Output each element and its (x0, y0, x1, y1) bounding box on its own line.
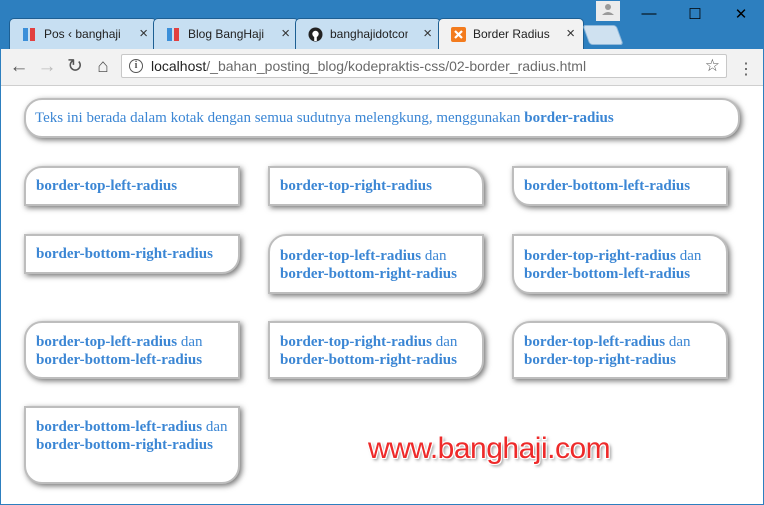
box-tl-bl: border-top-left-radius dan border-bottom… (24, 321, 240, 379)
close-window-button[interactable]: ✕ (721, 5, 761, 25)
toolbar: ← → ↻ ⌂ i localhost/_bahan_posting_blog/… (1, 49, 763, 86)
github-icon (308, 27, 323, 42)
tab-close-icon[interactable]: × (281, 25, 290, 42)
box-label: border-top-left-radius (36, 178, 178, 194)
box-joiner: dan (431, 334, 458, 350)
forward-arrow-icon[interactable]: → (35, 55, 59, 79)
title-bar: Pos ‹ banghaji × Blog BangHaji × banghaj… (1, 1, 763, 50)
home-icon[interactable]: ⌂ (91, 55, 115, 79)
box-tr-br: border-top-right-radius dan border-botto… (268, 321, 484, 379)
blogger-icon (167, 28, 179, 41)
info-icon[interactable]: i (129, 59, 143, 73)
tab-title: banghajidotcom (330, 27, 408, 41)
box-tr-bl: border-top-right-radius dan border-botto… (512, 234, 728, 294)
box-label: border-bottom-left-radius (524, 266, 691, 282)
tab-title: Pos ‹ banghaji (44, 27, 121, 41)
new-tab-button[interactable] (582, 25, 624, 45)
box-label: border-bottom-right-radius (36, 246, 213, 262)
box-bottom-right: border-bottom-right-radius (24, 234, 240, 274)
box-label: border-bottom-left-radius (524, 178, 691, 194)
box-top-left: border-top-left-radius (24, 166, 240, 206)
box-label: border-top-right-radius (524, 352, 676, 368)
xampp-icon (451, 27, 466, 42)
tab-border-radius[interactable]: Border Radius × (438, 18, 584, 50)
tab-close-icon[interactable]: × (423, 25, 432, 42)
tab-github[interactable]: banghajidotcom × (295, 18, 441, 49)
box-joiner: dan (665, 334, 691, 350)
box-joiner: dan (421, 248, 447, 264)
box-bottom-left: border-bottom-left-radius (512, 166, 728, 206)
box-label: border-bottom-right-radius (280, 352, 457, 368)
address-bar[interactable]: i localhost/_bahan_posting_blog/kodeprak… (121, 54, 727, 78)
box-label: border-top-left-radius (36, 334, 178, 350)
tab-title: Blog BangHaji (188, 27, 265, 41)
tab-close-icon[interactable]: × (139, 25, 148, 42)
box-label: border-bottom-left-radius (36, 419, 203, 435)
blogger-icon (23, 28, 35, 41)
profile-icon[interactable] (596, 1, 620, 21)
box-label: border-top-right-radius (280, 178, 432, 194)
back-arrow-icon[interactable]: ← (7, 55, 31, 79)
box-top-right: border-top-right-radius (268, 166, 484, 206)
box-joiner: dan (202, 419, 228, 435)
menu-dots-icon[interactable]: ⋮ (738, 59, 754, 79)
box-tl-br: border-top-left-radius dan border-bottom… (268, 234, 484, 294)
minimize-button[interactable]: — (629, 5, 669, 25)
tab-pos-banghaji[interactable]: Pos ‹ banghaji × (9, 18, 157, 49)
box-bl-br: border-bottom-left-radius dan border-bot… (24, 406, 240, 484)
box-label: border-bottom-right-radius (280, 266, 457, 282)
tab-blog-banghaji[interactable]: Blog BangHaji × (153, 18, 299, 49)
bookmark-star-icon[interactable]: ☆ (705, 56, 720, 76)
watermark: www.banghaji.com (368, 432, 611, 465)
box-label: border-bottom-right-radius (36, 437, 213, 453)
intro-bold: border-radius (524, 110, 614, 126)
box-tl-tr: border-top-left-radius dan border-top-ri… (512, 321, 728, 379)
maximize-button[interactable]: ☐ (675, 5, 715, 25)
reload-icon[interactable]: ↻ (63, 55, 87, 79)
box-label: border-top-left-radius (524, 334, 666, 350)
box-label: border-top-right-radius (280, 334, 432, 350)
url-host: localhost (151, 58, 207, 74)
box-label: border-bottom-left-radius (36, 352, 203, 368)
box-label: border-top-right-radius (524, 248, 676, 264)
box-label: border-top-left-radius (280, 248, 422, 264)
url-text[interactable]: localhost/_bahan_posting_blog/kodeprakti… (151, 58, 586, 74)
intro-text: Teks ini berada dalam kotak dengan semua… (35, 110, 525, 126)
box-joiner: dan (177, 334, 203, 350)
tab-title: Border Radius (473, 27, 550, 41)
url-path: /_bahan_posting_blog/kodepraktis-css/02-… (206, 58, 587, 74)
tab-close-icon[interactable]: × (566, 25, 575, 42)
intro-box: Teks ini berada dalam kotak dengan semua… (24, 98, 740, 138)
box-joiner: dan (675, 248, 702, 264)
